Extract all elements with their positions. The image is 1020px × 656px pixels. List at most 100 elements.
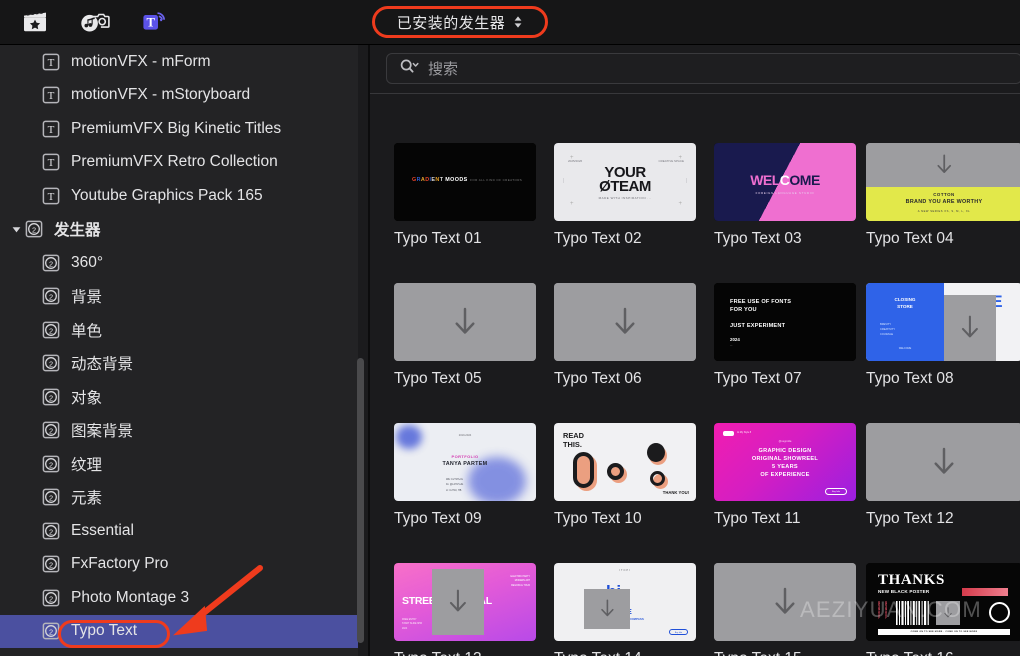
download-arrow-icon	[447, 589, 469, 614]
svg-text:2: 2	[49, 561, 53, 570]
generator-thumbnail-thanks-poster[interactable]: THANKS NEW BLACK POSTER YOUR BRAND YOUR BRA…	[866, 563, 1020, 641]
generator-thumbnail-floral-motif[interactable]: EVENTSINCLUDES 16 DIFFERENT TEMPLATESFLO…	[394, 283, 536, 361]
generator-thumbnail-label: Typo Text 07	[714, 370, 802, 387]
sidebar-item-essential[interactable]: 2 Essential	[0, 514, 358, 548]
download-overlay[interactable]	[936, 601, 960, 625]
text-generator-icon: T	[42, 153, 60, 171]
sidebar-item-[interactable]: 2 元素	[0, 481, 358, 515]
generator-icon: 2	[42, 287, 60, 305]
generator-thumbnail-cell[interactable]: INTERNATIONAL FESTIVAL OF BALLETCHECK RE…	[866, 423, 1020, 528]
sidebar-item-premiumvfx-big-kinetic-titles[interactable]: T PremiumVFX Big Kinetic Titles	[0, 112, 358, 146]
sidebar-scrollbar[interactable]	[357, 358, 364, 643]
generator-thumbnail-read-this[interactable]: READ THIS. THANK YOU!	[554, 423, 696, 501]
generator-source-popup-button[interactable]: 已安装的发生器	[397, 12, 524, 33]
generator-thumbnail-cell[interactable]: ITOPIhiTHEREFOLLOW YOUR COMPASSBuy Info T…	[554, 563, 696, 656]
generator-thumbnail-cell[interactable]: New York CityTYPOGRAPHY AND GRAPHICS VIS…	[554, 283, 696, 388]
sidebar-item-fxfactory-pro[interactable]: 2 FxFactory Pro	[0, 548, 358, 582]
generator-thumbnail-cell[interactable]: EVENTSINCLUDES 16 DIFFERENT TEMPLATESFLO…	[394, 283, 536, 388]
sidebar-item-photo-montage-3[interactable]: 2 Photo Montage 3	[0, 581, 358, 615]
download-overlay[interactable]	[866, 423, 1020, 501]
sidebar-item-[interactable]: 2 背景	[0, 280, 358, 314]
generator-thumbnail-cell[interactable]: At My Style 8 @negrodia GRAPHIC DESIGN ORIG…	[714, 423, 856, 528]
sidebar-list: TmotionVFX - mForm TmotionVFX - mStoryboa…	[0, 45, 358, 648]
generator-thumbnail-welcome[interactable]: WELCOME FOREIGN LANGUAGE STUDIO	[714, 143, 856, 221]
sidebar-item-360[interactable]: 2 360°	[0, 246, 358, 280]
svg-text:2: 2	[49, 628, 53, 637]
download-overlay[interactable]	[714, 563, 856, 641]
sidebar-item-label: 图案背景	[71, 423, 134, 441]
sidebar-item-label: 纹理	[71, 456, 103, 474]
generator-thumbnail-cell[interactable]: 2019-2024 PORTFOLIO TANYA PARTEM WE: 0.271H…	[394, 423, 536, 528]
sidebar-item-[interactable]: 2 图案背景	[0, 414, 358, 448]
svg-text:2: 2	[49, 393, 53, 402]
svg-text:T: T	[48, 57, 55, 69]
download-overlay[interactable]	[394, 283, 536, 361]
sidebar-item-[interactable]: 2 对象	[0, 380, 358, 414]
generator-thumbnail-label: Typo Text 14	[554, 650, 696, 656]
generator-thumbnail-cell[interactable]: CLOSING STORE BREVITY CREATIVITY COURAGE WELC…	[866, 283, 1020, 388]
sidebar-item-motionvfx-mform[interactable]: TmotionVFX - mForm	[0, 45, 358, 79]
sidebar-item-label: PremiumVFX Big Kinetic Titles	[71, 119, 282, 137]
download-arrow-icon	[959, 315, 981, 340]
search-field[interactable]: 搜索	[386, 53, 1020, 84]
download-overlay[interactable]	[944, 295, 996, 361]
generator-thumbnail-grid: GRADIENT MOODS FOR ALL KIND OF CREATORS T…	[370, 95, 1020, 656]
generator-thumbnail-hi-there[interactable]: ITOPIhiTHEREFOLLOW YOUR COMPASSBuy Info	[554, 563, 696, 641]
generator-thumbnail-gradient-moods[interactable]: GRADIENT MOODS FOR ALL KIND OF CREATORS	[394, 143, 536, 221]
generator-thumbnail-cell[interactable]: FREE USE OF FONTS FOR YOU JUST EXPERIMENT 2…	[714, 283, 856, 388]
generator-thumbnail-cell[interactable]: THANKS NEW BLACK POSTER YOUR BRAND YOUR BRA…	[866, 563, 1020, 656]
sidebar-item-[interactable]: 2 单色	[0, 313, 358, 347]
generator-thumbnail-label: Typo Text 11	[714, 510, 801, 527]
generator-thumbnail-cell[interactable]: GRADIENT MOODS FOR ALL KIND OF CREATORS T…	[394, 143, 536, 248]
generator-thumbnail-cell[interactable]: COTTON BRAND YOU ARE WORTHY A NEW SERIES X…	[866, 143, 1020, 248]
generator-thumbnail-ballet-festival[interactable]: INTERNATIONAL FESTIVAL OF BALLETCHECK RE…	[866, 423, 1020, 501]
sidebar-item-premiumvfx-retro-collection[interactable]: T PremiumVFX Retro Collection	[0, 146, 358, 180]
sidebar-item-label: 对象	[71, 389, 103, 407]
generator-thumbnail-freedom[interactable]: New York CityTYPOGRAPHY AND GRAPHICS VIS…	[554, 283, 696, 361]
generator-thumbnail-graphic-design[interactable]: At My Style 8 @negrodia GRAPHIC DESIGN ORIG…	[714, 423, 856, 501]
generator-thumbnail-street-festival[interactable]: STREET FESTIVALELECTRIC PARTYMODERN ARTR…	[394, 563, 536, 641]
generator-thumbnail-label: Typo Text 08	[866, 370, 954, 387]
generator-thumbnail-cell[interactable]: READ THIS. THANK YOU! Typo Text 10	[554, 423, 696, 528]
download-arrow-icon	[772, 587, 798, 617]
generator-thumbnail-free-fonts[interactable]: FREE USE OF FONTS FOR YOU JUST EXPERIMENT 2…	[714, 283, 856, 361]
generators-sidebar[interactable]: TmotionVFX - mForm TmotionVFX - mStoryboa…	[0, 45, 358, 656]
sidebar-item-[interactable]: 2 纹理	[0, 447, 358, 481]
download-overlay[interactable]	[432, 569, 484, 635]
generator-thumbnail-portfolio[interactable]: 2019-2024 PORTFOLIO TANYA PARTEM WE: 0.271H…	[394, 423, 536, 501]
download-overlay[interactable]	[554, 283, 696, 361]
titles-generators-icon[interactable]: T	[138, 7, 172, 37]
svg-text:T: T	[48, 157, 55, 169]
generator-thumbnail-cell[interactable]: WELCOME FOREIGN LANGUAGE STUDIO Typo Text …	[714, 143, 856, 248]
search-separator	[370, 93, 1020, 94]
generator-thumbnail-your-team[interactable]: 2025/2026 CREATIVE SPACE YOUR ØTEAM MADE WIT…	[554, 143, 696, 221]
svg-text:2: 2	[49, 360, 53, 369]
generator-thumbnail-cell[interactable]: ORIGINSTYLEurban cultureThe seasonGenera…	[714, 563, 856, 656]
sidebar-item-label: motionVFX - mForm	[71, 52, 211, 70]
generator-source-popup-label: 已安装的发生器	[396, 14, 506, 32]
generator-thumbnail-cotton[interactable]: COTTON BRAND YOU ARE WORTHY A NEW SERIES X…	[866, 143, 1020, 221]
photos-audio-icon[interactable]	[78, 7, 112, 37]
sidebar-item-motionvfx-mstoryboard[interactable]: TmotionVFX - mStoryboard	[0, 79, 358, 113]
svg-text:2: 2	[49, 427, 53, 436]
generator-thumbnail-origin-style[interactable]: ORIGINSTYLEurban cultureThe seasonGenera…	[714, 563, 856, 641]
sidebar-item-[interactable]: 2 发生器	[0, 213, 358, 247]
generator-thumbnail-cell[interactable]: STREET FESTIVALELECTRIC PARTYMODERN ARTR…	[394, 563, 536, 656]
generator-thumbnail-label: Typo Text 01	[394, 230, 482, 247]
generator-thumbnail-closing-store[interactable]: CLOSING STORE BREVITY CREATIVITY COURAGE WELC…	[866, 283, 1020, 361]
svg-text:T: T	[48, 90, 55, 102]
generator-thumbnail-label: Typo Text 06	[554, 370, 642, 387]
generator-icon: 2	[42, 589, 60, 607]
generator-source-popup[interactable]: 已安装的发生器	[372, 6, 548, 38]
sidebar-item-[interactable]: 2 动态背景	[0, 347, 358, 381]
media-browser-icon[interactable]	[18, 7, 52, 37]
generator-thumbnail-cell[interactable]: 2025/2026 CREATIVE SPACE YOUR ØTEAM MADE WIT…	[554, 143, 696, 248]
sidebar-item-youtube-graphics-pack-165[interactable]: T Youtube Graphics Pack 165	[0, 179, 358, 213]
download-overlay[interactable]	[866, 143, 1020, 187]
disclosure-triangle-icon[interactable]	[10, 224, 23, 235]
generator-thumbnail-label: Typo Text 12	[866, 510, 954, 527]
sidebar-item-typo-text[interactable]: 2 Typo Text	[0, 614, 358, 648]
generator-thumbnail-label: Typo Text 03	[714, 230, 802, 247]
generator-icon: 2	[42, 254, 60, 272]
download-overlay[interactable]	[584, 589, 630, 629]
